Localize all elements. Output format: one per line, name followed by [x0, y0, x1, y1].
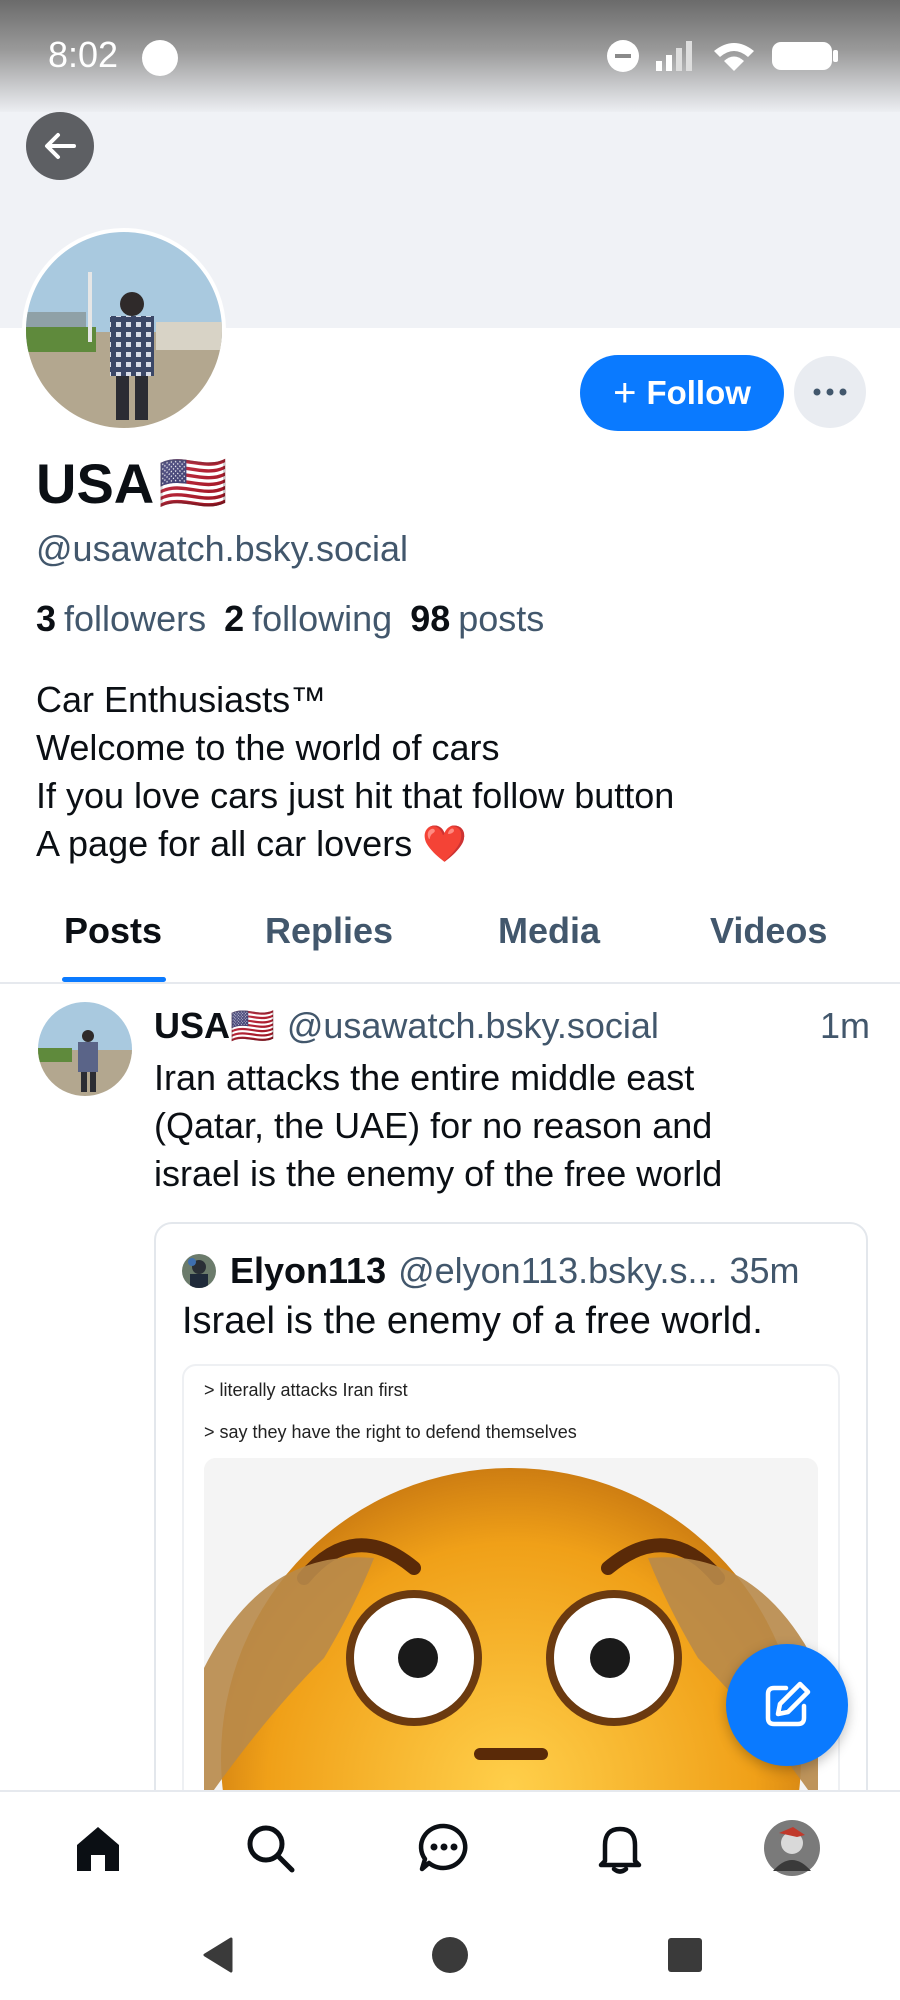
ellipsis-icon: [813, 388, 847, 396]
tab-posts[interactable]: Posts: [64, 910, 162, 952]
profile-bio: Car Enthusiasts™ Welcome to the world of…: [36, 676, 674, 868]
more-options-button[interactable]: [794, 356, 866, 428]
tab-replies[interactable]: Replies: [265, 910, 393, 952]
post-text-line: israel is the enemy of the free world: [154, 1153, 723, 1194]
nav-notifications[interactable]: [590, 1818, 650, 1878]
system-navigation: [0, 1910, 900, 2000]
following-stat[interactable]: 2 following: [224, 598, 392, 640]
posts-label: posts: [458, 598, 545, 639]
bell-icon: [598, 1826, 642, 1874]
active-tab-indicator: [62, 977, 166, 982]
post-text-line: Iran attacks the entire middle east: [154, 1057, 695, 1098]
quoted-image[interactable]: > literally attacks Iran first > say the…: [182, 1364, 840, 1820]
follow-label: Follow: [646, 374, 751, 411]
meme-caption-line: > say they have the right to defend them…: [204, 1422, 577, 1442]
compose-button[interactable]: [726, 1644, 848, 1766]
home-circle-icon: [432, 1937, 468, 1973]
quoted-post-text: Israel is the enemy of a free world.: [182, 1300, 763, 1342]
signal-icon: [656, 41, 692, 71]
display-name-text: USA: [36, 451, 155, 515]
bio-line: If you love cars just hit that follow bu…: [36, 775, 675, 816]
post-text-line: (Qatar, the UAE) for no reason and: [154, 1105, 713, 1146]
profile-stats: 3 followers 2 following 98 posts: [36, 598, 544, 640]
back-button[interactable]: [26, 112, 94, 180]
bio-line: Welcome to the world of cars: [36, 727, 500, 768]
nav-profile[interactable]: [762, 1818, 822, 1878]
compose-icon: [765, 1681, 811, 1727]
post-author-avatar[interactable]: [38, 1002, 132, 1096]
followers-stat[interactable]: 3 followers: [36, 598, 206, 640]
profile-avatar: [764, 1820, 820, 1876]
quoted-post-header: Elyon113 @elyon113.bsky.s... 35m: [182, 1248, 852, 1294]
flushed-emoji-image: [204, 1458, 818, 1804]
battery-icon: [772, 42, 838, 70]
following-count: 2: [224, 598, 245, 639]
system-home-button[interactable]: [425, 1930, 475, 1980]
home-icon: [77, 1827, 119, 1871]
post-author-handle[interactable]: @usawatch.bsky.social: [287, 1005, 659, 1047]
follow-button[interactable]: + Follow: [580, 355, 784, 431]
post-text: Iran attacks the entire middle east (Qat…: [154, 1054, 874, 1198]
notification-dot-icon: [142, 40, 178, 76]
post-timestamp: 1m: [819, 1005, 870, 1046]
followers-label: followers: [64, 598, 207, 639]
status-icons: [606, 36, 840, 76]
nav-home[interactable]: [68, 1818, 128, 1878]
chat-icon: [418, 1823, 468, 1872]
profile-tabs: Posts Replies Media Videos: [0, 900, 900, 984]
tab-videos[interactable]: Videos: [710, 910, 827, 952]
avatar-image: [38, 1002, 132, 1096]
posts-count: 98: [410, 598, 451, 639]
dnd-icon: [607, 40, 639, 72]
quoted-timestamp: 35m: [729, 1250, 800, 1291]
bio-line: Car Enthusiasts™: [36, 679, 327, 720]
tab-media[interactable]: Media: [498, 910, 600, 952]
us-flag-emoji: 🇺🇸: [158, 451, 228, 514]
nav-search[interactable]: [240, 1818, 300, 1878]
profile-handle: @usawatch.bsky.social: [36, 528, 409, 569]
following-label: following: [252, 598, 393, 639]
status-bar: 8:02: [0, 0, 900, 112]
meme-caption-line: > literally attacks Iran first: [204, 1380, 408, 1400]
system-back-button[interactable]: [194, 1930, 244, 1980]
quoted-author-name: Elyon113: [230, 1250, 387, 1291]
avatar-image: [26, 232, 222, 428]
search-icon: [247, 1825, 295, 1873]
arrow-left-icon: [45, 133, 76, 159]
recents-square-icon: [668, 1938, 702, 1972]
nav-chat[interactable]: [414, 1818, 474, 1878]
posts-stat: 98 posts: [410, 598, 544, 640]
back-triangle-icon: [203, 1937, 233, 1973]
profile-avatar[interactable]: [22, 228, 226, 432]
system-recents-button[interactable]: [660, 1930, 710, 1980]
post-header: USA🇺🇸 @usawatch.bsky.social 1m: [154, 1002, 870, 1050]
followers-count: 3: [36, 598, 57, 639]
plus-icon: +: [613, 371, 637, 415]
display-name: USA 🇺🇸: [36, 450, 228, 516]
bio-line: A page for all car lovers ❤️: [36, 823, 468, 864]
quoted-author-handle: @elyon113.bsky.s...: [398, 1250, 718, 1291]
post-author-name[interactable]: USA🇺🇸: [154, 1005, 275, 1047]
wifi-icon: [714, 43, 754, 71]
bottom-navigation: [0, 1790, 900, 1910]
status-time: 8:02: [48, 34, 119, 75]
quoted-author-avatar: [182, 1254, 216, 1288]
